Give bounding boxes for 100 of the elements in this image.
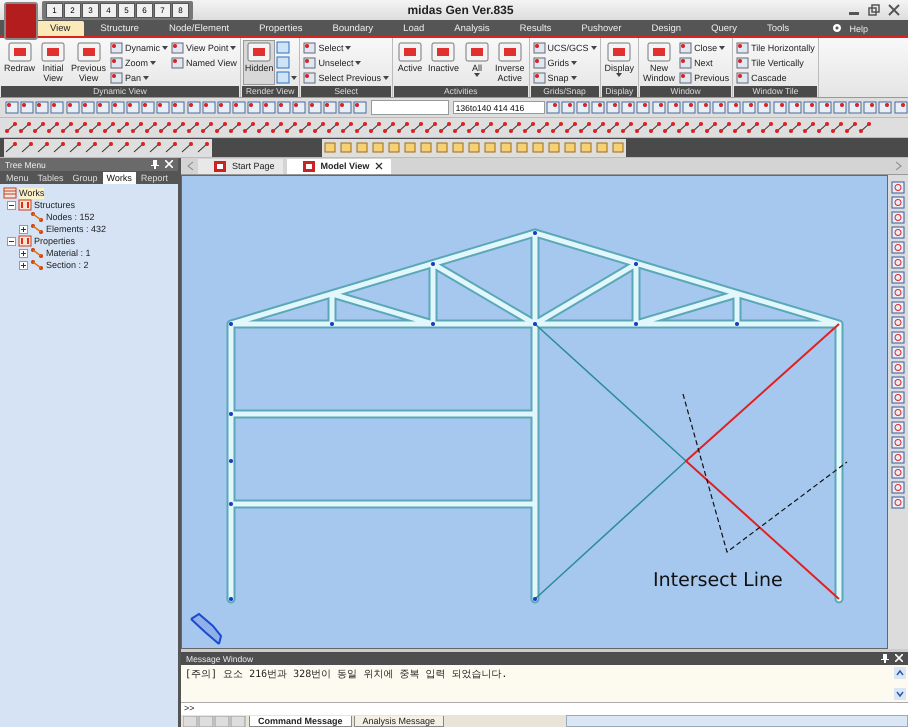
toolbar-icon[interactable] [140,100,156,115]
view-tool-icon[interactable] [891,301,905,314]
toolbar-icon[interactable] [170,100,186,115]
toolbar-icon[interactable] [172,120,186,135]
toolbar-icon[interactable] [228,120,242,135]
toolbar-icon[interactable] [704,120,718,135]
toolbar-icon[interactable] [291,100,306,115]
message-tab[interactable]: Command Message [249,716,352,726]
ribbon-button[interactable]: Grids [532,55,598,70]
view-tool-icon[interactable] [891,181,905,194]
toolbar-icon[interactable] [560,100,575,115]
view-tool-icon[interactable] [891,256,905,269]
view-tool-icon[interactable] [891,361,905,374]
ribbon-tab[interactable]: Boundary [318,21,388,36]
ribbon-button[interactable]: Previous [678,70,730,85]
command-prompt[interactable]: >> [181,703,908,715]
view-tool-icon[interactable] [891,451,905,464]
ribbon-tab[interactable]: Analysis [440,21,504,36]
panel-tab[interactable]: Menu [2,172,33,184]
quick-access-button[interactable]: 7 [154,2,171,18]
toolbar-icon[interactable] [606,120,620,135]
ribbon-tab[interactable]: Query [697,21,751,36]
toolbar-icon[interactable] [746,120,760,135]
toolbar-icon[interactable] [726,100,742,115]
expander-icon[interactable] [7,200,16,210]
toolbar-icon[interactable] [424,120,438,135]
ribbon-tab[interactable]: Load [389,21,438,36]
view-tool-icon[interactable] [891,466,905,479]
view-tool-icon[interactable] [891,376,905,389]
toolbar-icon[interactable] [60,120,74,135]
toolbar-icon[interactable] [634,120,648,135]
panel-tab[interactable]: Group [68,172,102,184]
toolbar-icon[interactable] [536,120,550,135]
toolbar-icon[interactable] [88,120,102,135]
view-tool-icon[interactable] [891,196,905,209]
ribbon-tab[interactable]: Design [638,21,696,36]
gear-icon[interactable] [831,22,844,34]
toolbar-icon[interactable] [494,120,508,135]
view-tool-icon[interactable] [891,286,905,299]
toolbar-icon[interactable] [110,100,125,115]
view-tool-icon[interactable] [891,271,905,284]
toolbar-icon[interactable] [666,100,681,115]
toolbar-icon[interactable] [270,120,284,135]
toolbar-icon[interactable] [844,120,858,135]
ribbon-tab[interactable]: Node/Element [154,21,244,36]
ribbon-tab[interactable]: Structure [86,21,153,36]
toolbar-icon[interactable] [877,100,893,115]
toolbar-icon[interactable] [662,120,676,135]
view-tool-icon[interactable] [891,496,905,509]
toolbar-icon[interactable] [522,120,536,135]
view-tool-icon[interactable] [891,421,905,434]
ribbon-button[interactable]: All [462,40,492,85]
panel-tab[interactable]: Tables [34,172,68,184]
ribbon-button[interactable]: Inactive [426,40,461,85]
expander-icon[interactable] [19,260,28,270]
toolbar-icon[interactable] [200,100,216,115]
toolbar-icon[interactable] [19,100,34,115]
toolbar-icon[interactable] [125,100,140,115]
toolbar-icon[interactable] [94,100,110,115]
toolbar-icon[interactable] [550,120,564,135]
toolbar-icon[interactable] [200,120,214,135]
toolbar-icon[interactable] [862,100,878,115]
toolbar-icon[interactable] [620,100,636,115]
toolbar-icon[interactable] [830,120,844,135]
toolbar-icon[interactable] [832,100,848,115]
toolbar-icon[interactable] [284,120,298,135]
toolbar-icon[interactable] [116,120,130,135]
toolbar-icon[interactable] [49,100,64,115]
toolbar-icon[interactable] [298,120,312,135]
toolbar-icon[interactable] [802,100,817,115]
toolbar-icon[interactable] [100,140,116,155]
toolbar-icon[interactable] [741,100,756,115]
toolbar-icon[interactable] [180,140,196,155]
expander-icon[interactable] [19,248,28,258]
ribbon-button[interactable]: UCS/GCS [532,40,598,55]
ribbon-button[interactable]: Unselect [302,55,390,70]
toolbar-icon[interactable] [322,100,337,115]
quick-access-button[interactable]: 8 [172,2,189,18]
toolbar-icon[interactable] [786,100,802,115]
view-tool-icon[interactable] [891,241,905,254]
ribbon-button[interactable]: Tile Horizontally [735,40,816,55]
toolbar-icon[interactable] [32,120,46,135]
toolbar-icon[interactable] [4,120,18,135]
view-tool-icon[interactable] [891,436,905,449]
toolbar-icon[interactable] [605,100,620,115]
toolbar-icon[interactable] [306,100,322,115]
toolbar-icon[interactable] [84,140,100,155]
tree-item[interactable]: Nodes : 152 [46,212,95,222]
quick-access-button[interactable]: 3 [82,2,99,18]
ribbon-button[interactable]: Initial View [38,40,68,85]
toolbar-icon[interactable] [186,100,201,115]
ribbon-tab[interactable]: Results [506,21,566,36]
ribbon-tab[interactable]: Pushover [567,21,636,36]
tree-item[interactable]: Material : 1 [46,248,91,258]
toolbar-icon[interactable] [20,140,36,155]
toolbar-icon[interactable] [892,100,908,115]
toolbar-icon[interactable] [774,120,788,135]
ribbon-button[interactable]: Dynamic [109,40,170,55]
quick-access-button[interactable]: 1 [46,2,63,18]
toolbar-icon[interactable] [574,100,590,115]
